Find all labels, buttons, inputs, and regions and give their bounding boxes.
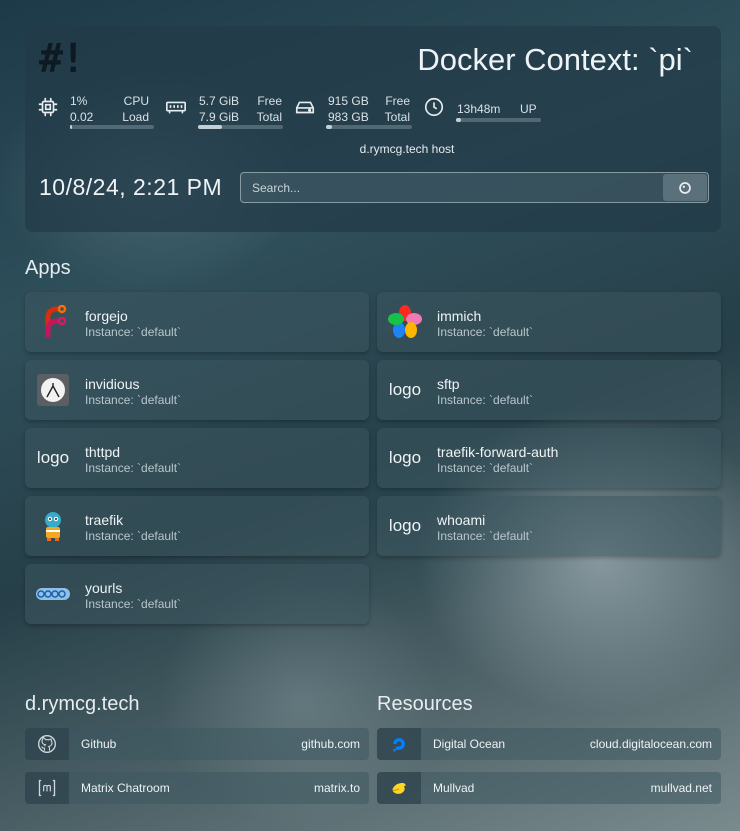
app-instance: Instance: `default`	[85, 393, 182, 407]
digitalocean-icon	[377, 728, 421, 760]
disk-total-value: 983 GB	[328, 110, 369, 124]
disk-free-label: Free	[385, 94, 410, 108]
app-card-thttpd[interactable]: logo thttpd Instance: `default`	[25, 428, 369, 488]
app-name: forgejo	[85, 308, 128, 324]
cpu-load-label: Load	[122, 110, 149, 124]
bookmark-group-title: d.rymcg.tech	[25, 693, 140, 715]
app-logo-placeholder: logo	[388, 516, 422, 535]
app-logo-placeholder: logo	[388, 380, 422, 399]
disk-widget: 915 GB Free 983 GB Total	[294, 92, 414, 130]
cpu-load-value: 0.02	[70, 110, 94, 124]
cpu-bar	[70, 125, 154, 129]
app-card-immich[interactable]: immich Instance: `default`	[377, 292, 721, 352]
clock-icon	[424, 97, 444, 117]
immich-icon	[388, 305, 422, 339]
app-instance: Instance: `default`	[437, 529, 534, 543]
cpu-usage-value: 1%	[70, 94, 88, 108]
invidious-icon	[36, 373, 70, 407]
memory-free-value: 5.7 GiB	[199, 94, 240, 108]
cpu-usage-label: CPU	[123, 94, 149, 108]
duckduckgo-icon	[679, 181, 691, 194]
bookmark-name: Digital Ocean	[433, 737, 506, 751]
disk-total-label: Total	[384, 110, 410, 124]
app-card-traefik[interactable]: traefik Instance: `default`	[25, 496, 369, 556]
uptime-bar	[456, 118, 541, 122]
app-card-sftp[interactable]: logo sftp Instance: `default`	[377, 360, 721, 420]
app-name: yourls	[85, 580, 123, 596]
app-card-whoami[interactable]: logo whoami Instance: `default`	[377, 496, 721, 556]
github-icon	[25, 728, 69, 760]
search-provider-button[interactable]	[663, 174, 707, 201]
forgejo-icon	[36, 305, 70, 339]
bookmark-matrix[interactable]: Matrix Chatroom matrix.to	[25, 772, 369, 804]
memory-bar	[198, 125, 283, 129]
bookmark-name: Github	[81, 737, 117, 751]
memory-free-label: Free	[257, 94, 282, 108]
bookmark-url: cloud.digitalocean.com	[589, 737, 712, 751]
app-card-invidious[interactable]: invidious Instance: `default`	[25, 360, 369, 420]
bookmark-url: matrix.to	[313, 781, 360, 795]
disk-free-value: 915 GB	[328, 94, 369, 108]
apps-title: Apps	[25, 257, 71, 279]
bookmark-digital-ocean[interactable]: Digital Ocean cloud.digitalocean.com	[377, 728, 721, 760]
matrix-icon	[25, 772, 69, 804]
app-instance: Instance: `default`	[437, 461, 534, 475]
search-input[interactable]	[241, 173, 661, 202]
header-panel: #! Docker Context: `pi` 1% CPU 0.02 Load…	[25, 26, 721, 232]
app-instance: Instance: `default`	[85, 461, 182, 475]
yourls-icon	[36, 577, 70, 611]
app-instance: Instance: `default`	[437, 393, 534, 407]
memory-widget: 5.7 GiB Free 7.9 GiB Total	[165, 92, 285, 130]
bookmark-url: github.com	[301, 737, 360, 751]
app-instance: Instance: `default`	[85, 597, 182, 611]
uptime-label: UP	[520, 102, 537, 116]
datetime: 10/8/24, 2:21 PM	[39, 174, 223, 200]
bookmark-mullvad[interactable]: Mullvad mullvad.net	[377, 772, 721, 804]
search-box[interactable]	[240, 172, 709, 203]
bookmark-name: Mullvad	[433, 781, 475, 795]
cpu-widget: 1% CPU 0.02 Load	[37, 92, 155, 130]
mullvad-icon	[377, 772, 421, 804]
bookmark-group-title: Resources	[377, 693, 473, 715]
memory-total-label: Total	[256, 110, 282, 124]
disk-bar	[326, 125, 412, 129]
app-name: thttpd	[85, 444, 121, 460]
app-name: traefik	[85, 512, 124, 528]
uptime-widget: 13h48m UP	[423, 92, 543, 130]
site-logo: #!	[39, 36, 85, 82]
bookmark-url: mullvad.net	[650, 781, 712, 795]
uptime-value: 13h48m	[457, 102, 501, 116]
app-card-traefik-forward-auth[interactable]: logo traefik-forward-auth Instance: `def…	[377, 428, 721, 488]
app-name: traefik-forward-auth	[437, 444, 559, 460]
app-logo-placeholder: logo	[36, 448, 70, 467]
app-card-forgejo[interactable]: forgejo Instance: `default`	[25, 292, 369, 352]
traefik-icon	[36, 509, 70, 543]
app-name: immich	[437, 308, 482, 324]
app-name: invidious	[85, 376, 140, 392]
disk-icon	[295, 101, 315, 114]
cpu-icon	[38, 97, 58, 117]
memory-total-value: 7.9 GiB	[199, 110, 240, 124]
app-instance: Instance: `default`	[85, 529, 182, 543]
app-name: sftp	[437, 376, 460, 392]
app-instance: Instance: `default`	[85, 325, 182, 339]
page-title: Docker Context: `pi`	[417, 42, 693, 77]
app-logo-placeholder: logo	[388, 448, 422, 467]
app-name: whoami	[437, 512, 486, 528]
memory-icon	[166, 101, 186, 114]
app-instance: Instance: `default`	[437, 325, 534, 339]
app-card-yourls[interactable]: yourls Instance: `default`	[25, 564, 369, 624]
host-label: d.rymcg.tech host	[359, 142, 455, 156]
bookmark-github[interactable]: Github github.com	[25, 728, 369, 760]
bookmark-name: Matrix Chatroom	[81, 781, 170, 795]
